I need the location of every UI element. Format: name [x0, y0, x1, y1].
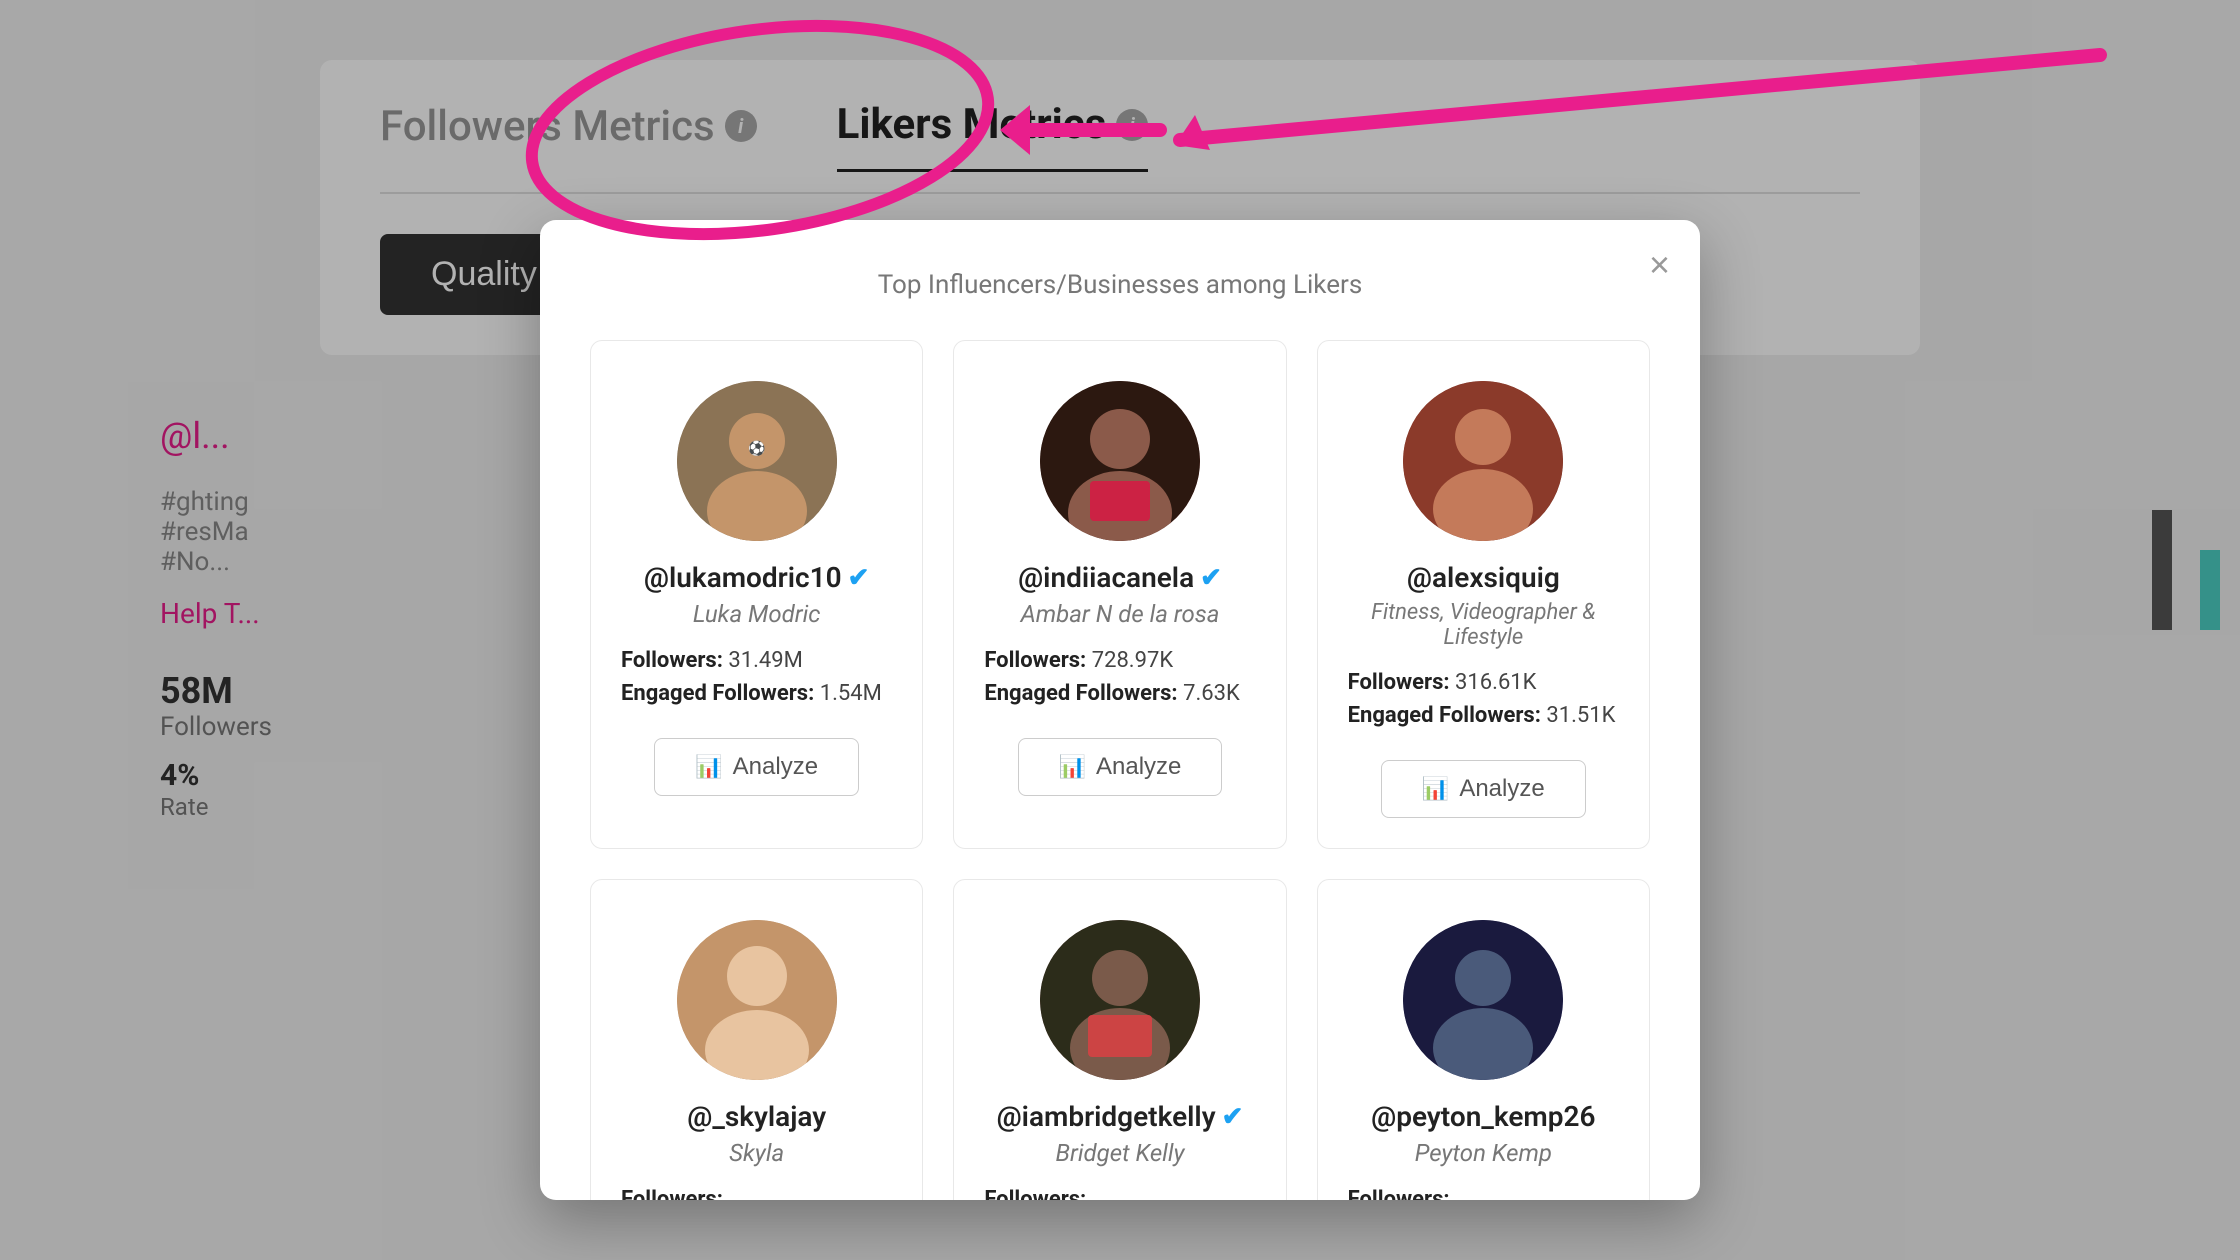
engaged-row-3: Engaged Followers: 31.51K	[1348, 703, 1619, 728]
engaged-label-2: Engaged Followers:	[984, 681, 1177, 706]
modal-title: Top Influencers/Businesses among Likers	[590, 270, 1650, 300]
realname-5: Bridget Kelly	[1055, 1139, 1184, 1167]
analyze-button-3[interactable]: 📊 Analyze	[1381, 760, 1586, 818]
followers-row-3: Followers: 316.61K	[1348, 670, 1619, 695]
svg-text:⚽: ⚽	[747, 440, 765, 457]
bio-3: Fitness, Videographer & Lifestyle	[1348, 600, 1619, 650]
avatar-img-4	[677, 920, 837, 1080]
engaged-value-1: 1.54M	[820, 681, 882, 706]
followers-value-1: 31.49M	[728, 648, 802, 673]
chart-icon-2: 📊	[1059, 754, 1086, 780]
verified-icon-5: ✔	[1222, 1102, 1244, 1132]
followers-value-3: 316.61K	[1455, 670, 1536, 695]
avatar-bridgetkelly	[1040, 920, 1200, 1080]
chart-icon-3: 📊	[1422, 776, 1449, 802]
avatar-img-5	[1040, 920, 1200, 1080]
influencer-card-4: @_skylajay Skyla Followers: Engaged Foll…	[590, 879, 923, 1200]
username-6: @peyton_kemp26	[1371, 1100, 1595, 1133]
stats-4: Followers: Engaged Followers:	[621, 1187, 892, 1200]
influencer-card-6: @peyton_kemp26 Peyton Kemp Followers: En…	[1317, 879, 1650, 1200]
realname-6: Peyton Kemp	[1415, 1139, 1552, 1167]
followers-label-4: Followers:	[621, 1187, 723, 1200]
engaged-row-2: Engaged Followers: 7.63K	[984, 681, 1255, 706]
stats-1: Followers: 31.49M Engaged Followers: 1.5…	[621, 648, 892, 714]
followers-row-1: Followers: 31.49M	[621, 648, 892, 673]
followers-row-2: Followers: 728.97K	[984, 648, 1255, 673]
followers-row-5: Followers:	[984, 1187, 1255, 1200]
engaged-value-2: 7.63K	[1183, 681, 1240, 706]
influencer-card-3: @alexsiquig Fitness, Videographer & Life…	[1317, 340, 1650, 849]
followers-row-6: Followers:	[1348, 1187, 1619, 1200]
verified-icon-1: ✔	[848, 563, 870, 593]
avatar-img-3	[1403, 381, 1563, 541]
avatar-img-6	[1403, 920, 1563, 1080]
followers-label-1: Followers:	[621, 648, 723, 673]
analyze-button-1[interactable]: 📊 Analyze	[654, 738, 859, 796]
followers-row-4: Followers:	[621, 1187, 892, 1200]
engaged-row-1: Engaged Followers: 1.54M	[621, 681, 892, 706]
stats-2: Followers: 728.97K Engaged Followers: 7.…	[984, 648, 1255, 714]
username-4: @_skylajay	[687, 1100, 826, 1133]
avatar-lukamodric: ⚽	[677, 381, 837, 541]
stats-3: Followers: 316.61K Engaged Followers: 31…	[1348, 670, 1619, 736]
realname-1: Luka Modric	[693, 600, 821, 628]
followers-label-2: Followers:	[984, 648, 1086, 673]
followers-value-2: 728.97K	[1092, 648, 1173, 673]
chart-icon-1: 📊	[695, 754, 722, 780]
verified-icon-2: ✔	[1200, 563, 1222, 593]
username-5: @iambridgetkelly ✔	[997, 1100, 1244, 1133]
stats-5: Followers: Engaged Followers:	[984, 1187, 1255, 1200]
avatar-indiiacanela	[1040, 381, 1200, 541]
modal-overlay: × Top Influencers/Businesses among Liker…	[0, 0, 2240, 1260]
followers-label-6: Followers:	[1348, 1187, 1450, 1200]
realname-4: Skyla	[729, 1139, 784, 1167]
username-2: @indiiacanela ✔	[1018, 561, 1222, 594]
influencer-card-5: @iambridgetkelly ✔ Bridget Kelly Followe…	[953, 879, 1286, 1200]
modal-close-button[interactable]: ×	[1649, 244, 1670, 286]
avatar-img-2	[1040, 381, 1200, 541]
influencer-card-2: @indiiacanela ✔ Ambar N de la rosa Follo…	[953, 340, 1286, 849]
influencer-modal: × Top Influencers/Businesses among Liker…	[540, 220, 1700, 1200]
followers-label-3: Followers:	[1348, 670, 1450, 695]
avatar-alexsiquig	[1403, 381, 1563, 541]
avatar-img-1: ⚽	[677, 381, 837, 541]
followers-label-5: Followers:	[984, 1187, 1086, 1200]
influencer-card-1: ⚽ @lukamodric10 ✔ Luka Modric Followers:…	[590, 340, 923, 849]
engaged-label-1: Engaged Followers:	[621, 681, 814, 706]
avatar-skylajay	[677, 920, 837, 1080]
avatar-peytonkemp	[1403, 920, 1563, 1080]
influencer-grid: ⚽ @lukamodric10 ✔ Luka Modric Followers:…	[590, 340, 1650, 1200]
engaged-value-3: 31.51K	[1546, 703, 1615, 728]
username-3: @alexsiquig	[1407, 561, 1560, 594]
engaged-label-3: Engaged Followers:	[1348, 703, 1541, 728]
username-1: @lukamodric10 ✔	[644, 561, 870, 594]
analyze-button-2[interactable]: 📊 Analyze	[1018, 738, 1223, 796]
stats-6: Followers: Engaged Followers:	[1348, 1187, 1619, 1200]
realname-2: Ambar N de la rosa	[1021, 600, 1220, 628]
